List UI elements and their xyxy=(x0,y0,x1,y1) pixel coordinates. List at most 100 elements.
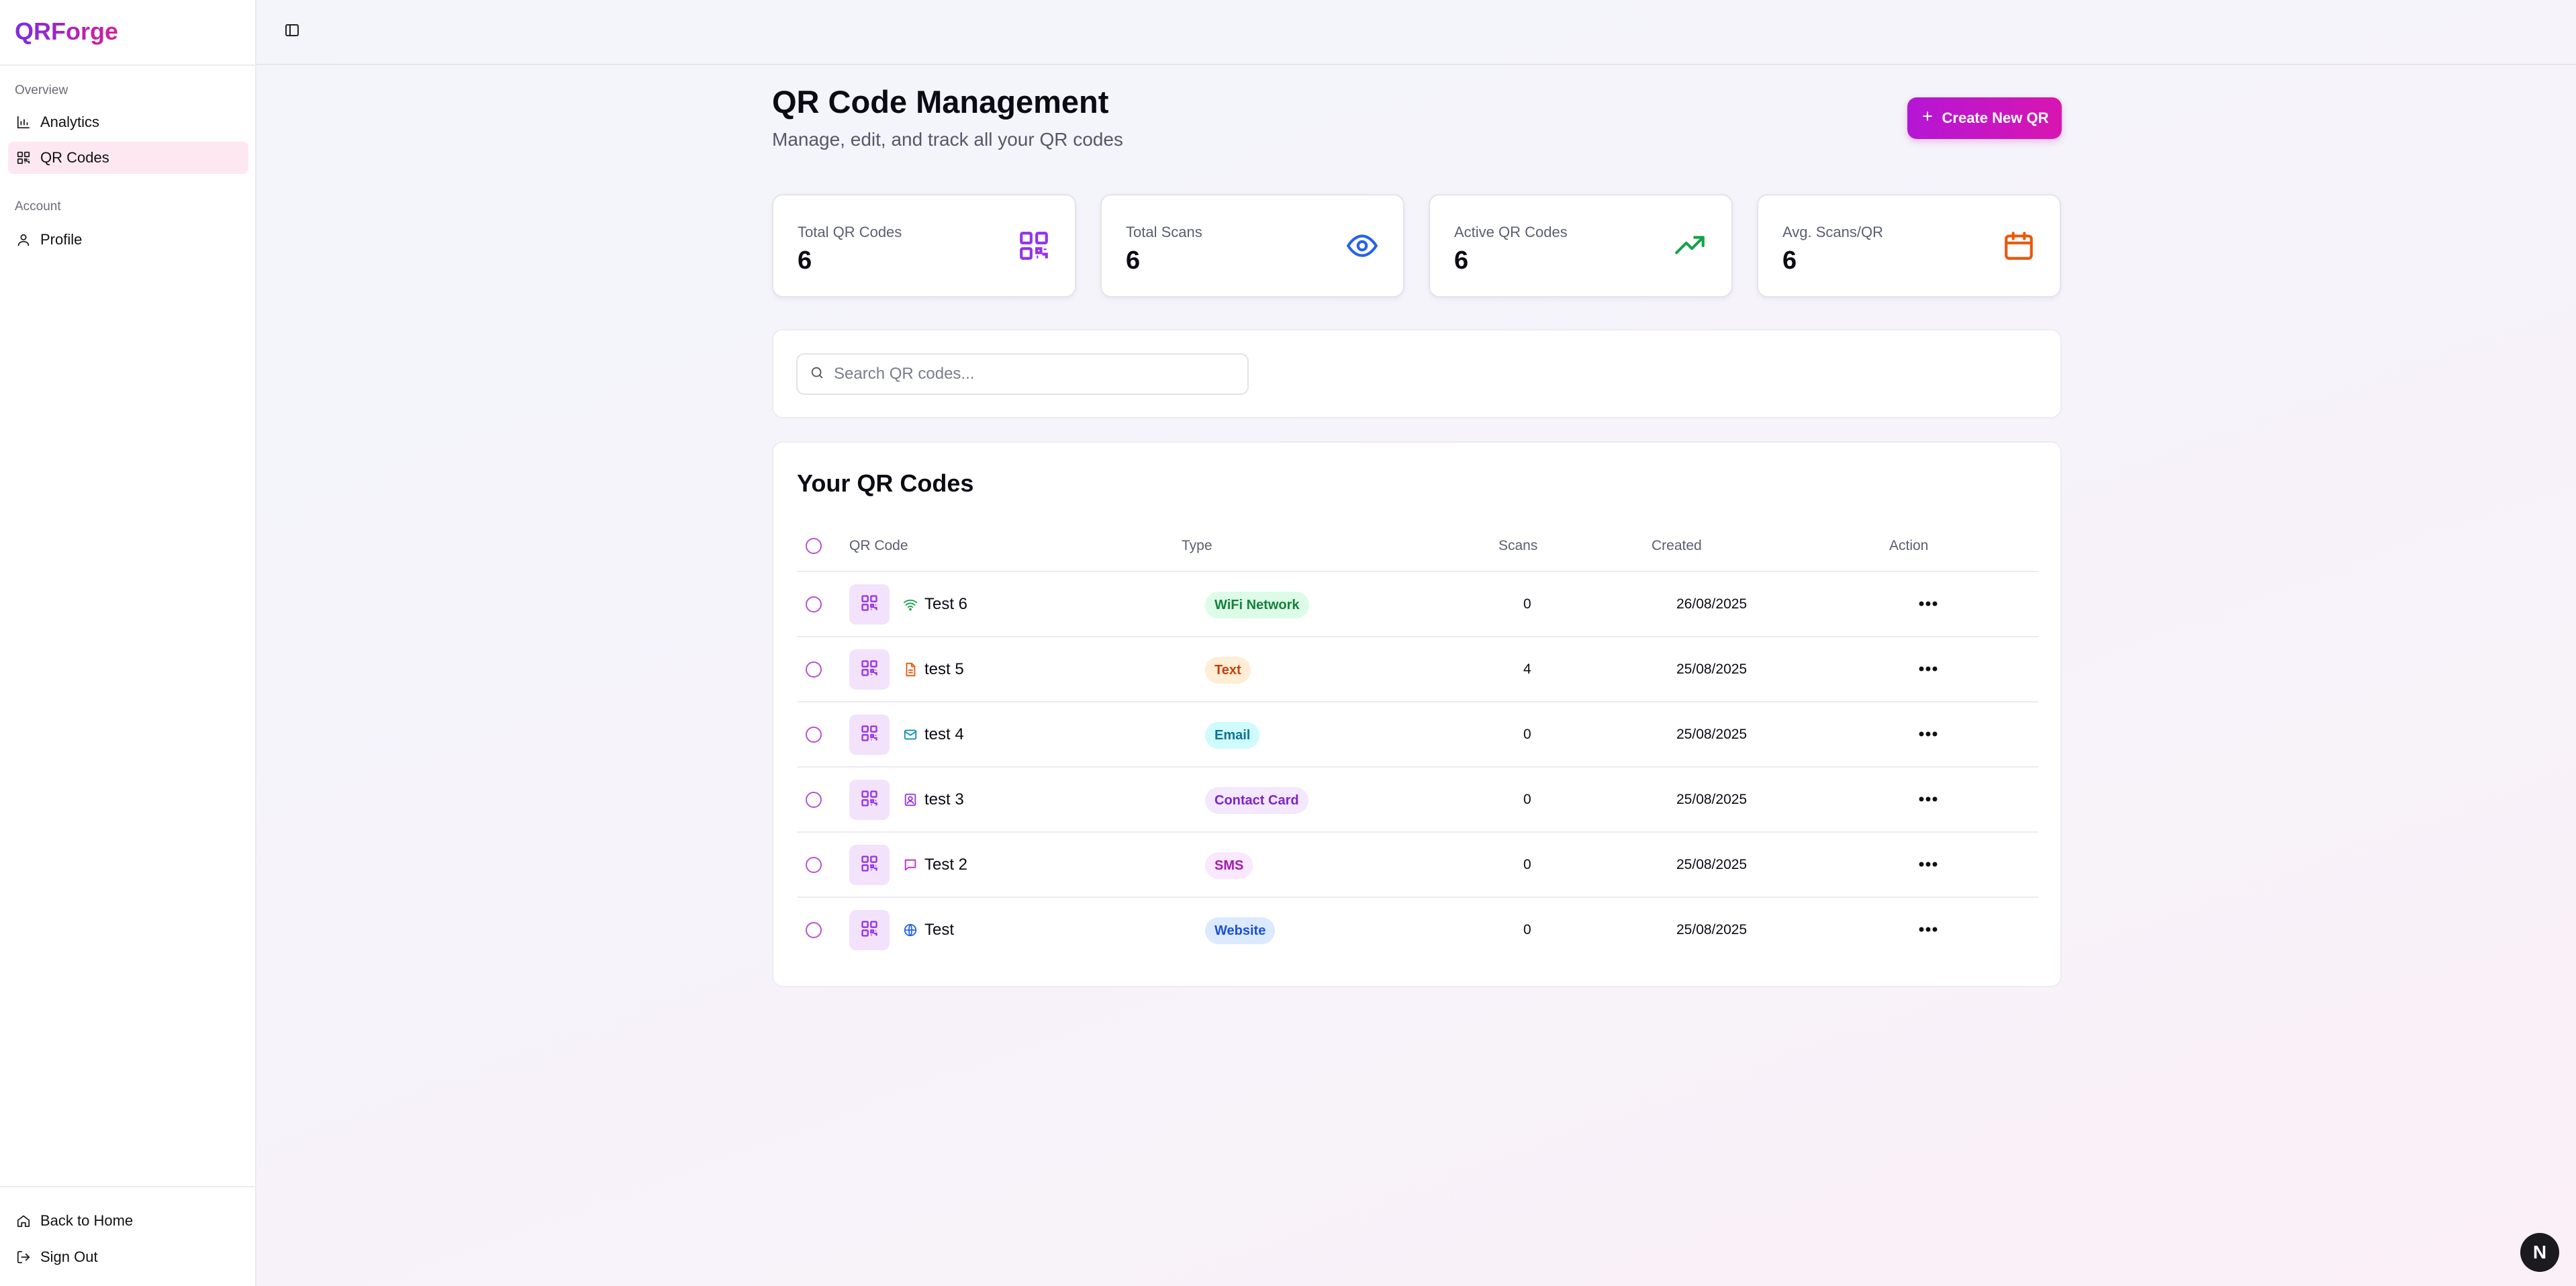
qr-thumbnail xyxy=(849,910,890,950)
page-subtitle: Manage, edit, and track all your QR code… xyxy=(772,129,1123,150)
stat-value: 6 xyxy=(798,246,812,275)
table-row[interactable]: test 5 Text 4 25/08/2025 xyxy=(797,637,2038,702)
trending-up-icon xyxy=(1674,229,1707,263)
document-icon xyxy=(903,662,918,677)
type-badge: Text xyxy=(1205,657,1251,684)
stat-card-total-scans: Total Scans 6 xyxy=(1100,194,1404,297)
qr-name: test 4 xyxy=(924,725,964,743)
row-select-radio[interactable] xyxy=(806,792,822,808)
back-to-home-link[interactable]: Back to Home xyxy=(8,1205,248,1237)
divider xyxy=(0,64,256,66)
type-badge: Contact Card xyxy=(1205,787,1308,814)
sidebar-toggle-button[interactable] xyxy=(281,20,303,43)
globe-icon xyxy=(903,923,918,937)
sign-out-button[interactable]: Sign Out xyxy=(8,1241,248,1273)
row-actions-button[interactable] xyxy=(1915,917,1942,944)
qr-name: Test 2 xyxy=(924,856,968,874)
type-badge: Email xyxy=(1205,722,1260,749)
search-input[interactable] xyxy=(834,365,1210,383)
search-box[interactable] xyxy=(796,353,1249,395)
qr-name-cell: Test 2 xyxy=(903,856,967,874)
brand-logo[interactable]: QRForge xyxy=(15,17,118,46)
page-title: QR Code Management xyxy=(772,84,1109,120)
sidebar-item-qr-codes[interactable]: QR Codes xyxy=(8,142,248,174)
column-header-scans: Scans xyxy=(1498,538,1538,553)
sign-out-label: Sign Out xyxy=(40,1248,98,1265)
more-horizontal-icon xyxy=(1918,859,1938,871)
sign-out-icon xyxy=(15,1248,32,1266)
stat-label: Avg. Scans/QR xyxy=(1782,224,1883,240)
message-icon xyxy=(903,858,918,872)
sidebar-item-analytics[interactable]: Analytics xyxy=(8,106,248,138)
qr-codes-table-card: Your QR Codes QR Code Type Scans Created… xyxy=(772,441,2062,987)
row-select-radio[interactable] xyxy=(806,596,822,612)
contact-card-icon xyxy=(903,792,918,807)
sidebar-item-profile[interactable]: Profile xyxy=(8,224,248,256)
back-to-home-label: Back to Home xyxy=(40,1212,134,1229)
row-actions-button[interactable] xyxy=(1915,591,1942,618)
table-row[interactable]: Test 2 SMS 0 25/08/2025 xyxy=(797,833,2038,898)
plus-icon xyxy=(1921,109,1934,127)
table-row[interactable]: test 4 Email 0 25/08/2025 xyxy=(797,702,2038,768)
stat-value: 6 xyxy=(1454,246,1469,275)
n-logo-icon: N xyxy=(2532,1242,2547,1262)
search-card xyxy=(772,329,2062,418)
table-row[interactable]: Test 6 WiFi Network 0 26/08/2025 xyxy=(797,572,2038,637)
eye-icon xyxy=(1345,229,1379,263)
row-select-radio[interactable] xyxy=(806,922,822,938)
stat-label: Total Scans xyxy=(1126,224,1202,240)
qr-code-icon xyxy=(860,789,879,811)
qr-name-cell: Test 6 xyxy=(903,595,967,614)
qr-code-icon xyxy=(860,919,879,941)
created-date: 25/08/2025 xyxy=(1676,922,1748,937)
qr-name: test 3 xyxy=(924,790,964,809)
qr-code-icon xyxy=(1017,229,1051,263)
next-devtools-button[interactable]: N xyxy=(2520,1233,2559,1272)
qr-name: Test xyxy=(924,921,955,939)
qr-name-cell: test 4 xyxy=(903,725,964,744)
column-header-type: Type xyxy=(1182,538,1212,553)
qr-name: Test 6 xyxy=(924,595,968,613)
type-badge: Website xyxy=(1205,917,1276,944)
more-horizontal-icon xyxy=(1918,924,1938,936)
top-bar xyxy=(256,0,2576,65)
qr-thumbnail xyxy=(849,780,890,820)
stat-label: Total QR Codes xyxy=(798,224,902,240)
more-horizontal-icon xyxy=(1918,663,1938,676)
table-row[interactable]: Test Website 0 25/08/2025 xyxy=(797,898,2038,963)
qr-thumbnail xyxy=(849,649,890,690)
wifi-icon xyxy=(903,597,918,612)
type-badge: SMS xyxy=(1205,852,1253,879)
column-header-created: Created xyxy=(1652,538,1702,553)
qr-code-icon xyxy=(860,659,879,681)
row-actions-button[interactable] xyxy=(1915,656,1942,683)
calendar-icon xyxy=(2002,229,2036,263)
row-select-radio[interactable] xyxy=(806,727,822,743)
stat-label: Active QR Codes xyxy=(1454,224,1568,240)
more-horizontal-icon xyxy=(1918,794,1938,806)
row-actions-button[interactable] xyxy=(1915,721,1942,748)
sidebar-group-overview: Overview xyxy=(15,83,68,97)
qr-name-cell: test 5 xyxy=(903,660,964,679)
table-title: Your QR Codes xyxy=(797,469,974,497)
qr-code-icon xyxy=(860,594,879,616)
row-actions-button[interactable] xyxy=(1915,786,1942,813)
created-date: 25/08/2025 xyxy=(1676,661,1748,677)
stat-value: 6 xyxy=(1126,246,1141,275)
divider xyxy=(0,1186,256,1187)
table-row[interactable]: test 3 Contact Card 0 25/08/2025 xyxy=(797,768,2038,833)
sidebar-item-label: QR Codes xyxy=(40,149,109,166)
qr-name-cell: Test xyxy=(903,921,954,939)
created-date: 25/08/2025 xyxy=(1676,792,1748,807)
create-new-qr-button[interactable]: Create New QR xyxy=(1907,97,2062,139)
stat-value: 6 xyxy=(1782,246,1797,275)
qr-name: test 5 xyxy=(924,660,964,678)
bar-chart-icon xyxy=(15,113,32,131)
row-select-radio[interactable] xyxy=(806,857,822,873)
row-actions-button[interactable] xyxy=(1915,852,1942,878)
scans-count: 0 xyxy=(1523,922,1531,937)
row-select-radio[interactable] xyxy=(806,661,822,678)
panel-left-icon xyxy=(284,22,300,42)
sidebar-item-label: Profile xyxy=(40,231,83,248)
select-all-radio[interactable] xyxy=(806,538,822,554)
